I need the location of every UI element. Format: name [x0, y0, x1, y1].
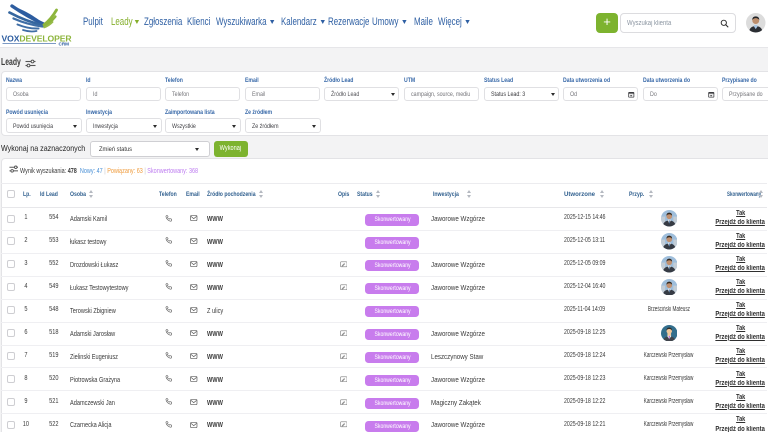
svg-text:CRM: CRM [59, 42, 70, 47]
